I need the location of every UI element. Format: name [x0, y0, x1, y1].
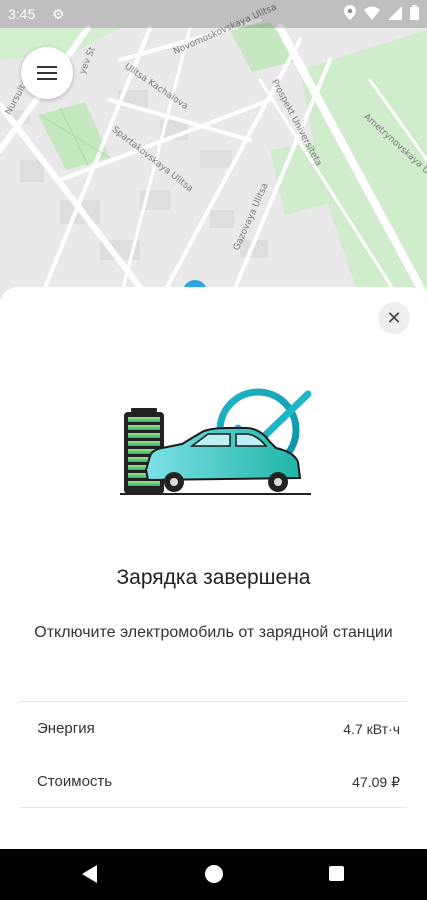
cost-value: 47.09 ₽	[352, 774, 400, 790]
menu-button[interactable]	[21, 47, 73, 99]
energy-label: Энергия	[37, 720, 95, 737]
settings-gear-icon: ⚙	[52, 6, 65, 22]
map-view[interactable]: Nursultan Ulitsa Kachalova Spartakovskay…	[0, 0, 427, 300]
charging-complete-illustration	[120, 388, 312, 495]
divider	[20, 807, 407, 808]
cost-label: Стоимость	[37, 773, 113, 790]
battery-icon	[410, 5, 419, 20]
signal-icon	[388, 5, 402, 20]
location-icon	[344, 5, 356, 20]
sheet-title: Зарядка завершена	[116, 566, 311, 589]
wifi-icon	[364, 6, 380, 20]
home-icon[interactable]	[205, 865, 223, 883]
close-icon: ✕	[386, 307, 402, 328]
recent-apps-icon[interactable]	[329, 866, 344, 881]
hamburger-icon	[37, 62, 57, 84]
system-nav-bar	[0, 849, 427, 900]
back-icon[interactable]	[82, 865, 97, 883]
sheet-subtitle: Отключите электромобиль от зарядной стан…	[34, 624, 393, 641]
divider	[20, 701, 407, 702]
status-time: 3:45	[8, 6, 36, 22]
close-button[interactable]: ✕	[378, 302, 410, 334]
energy-value: 4.7 кВт·ч	[343, 721, 400, 737]
status-bar: 3:45 ⚙	[0, 0, 427, 28]
